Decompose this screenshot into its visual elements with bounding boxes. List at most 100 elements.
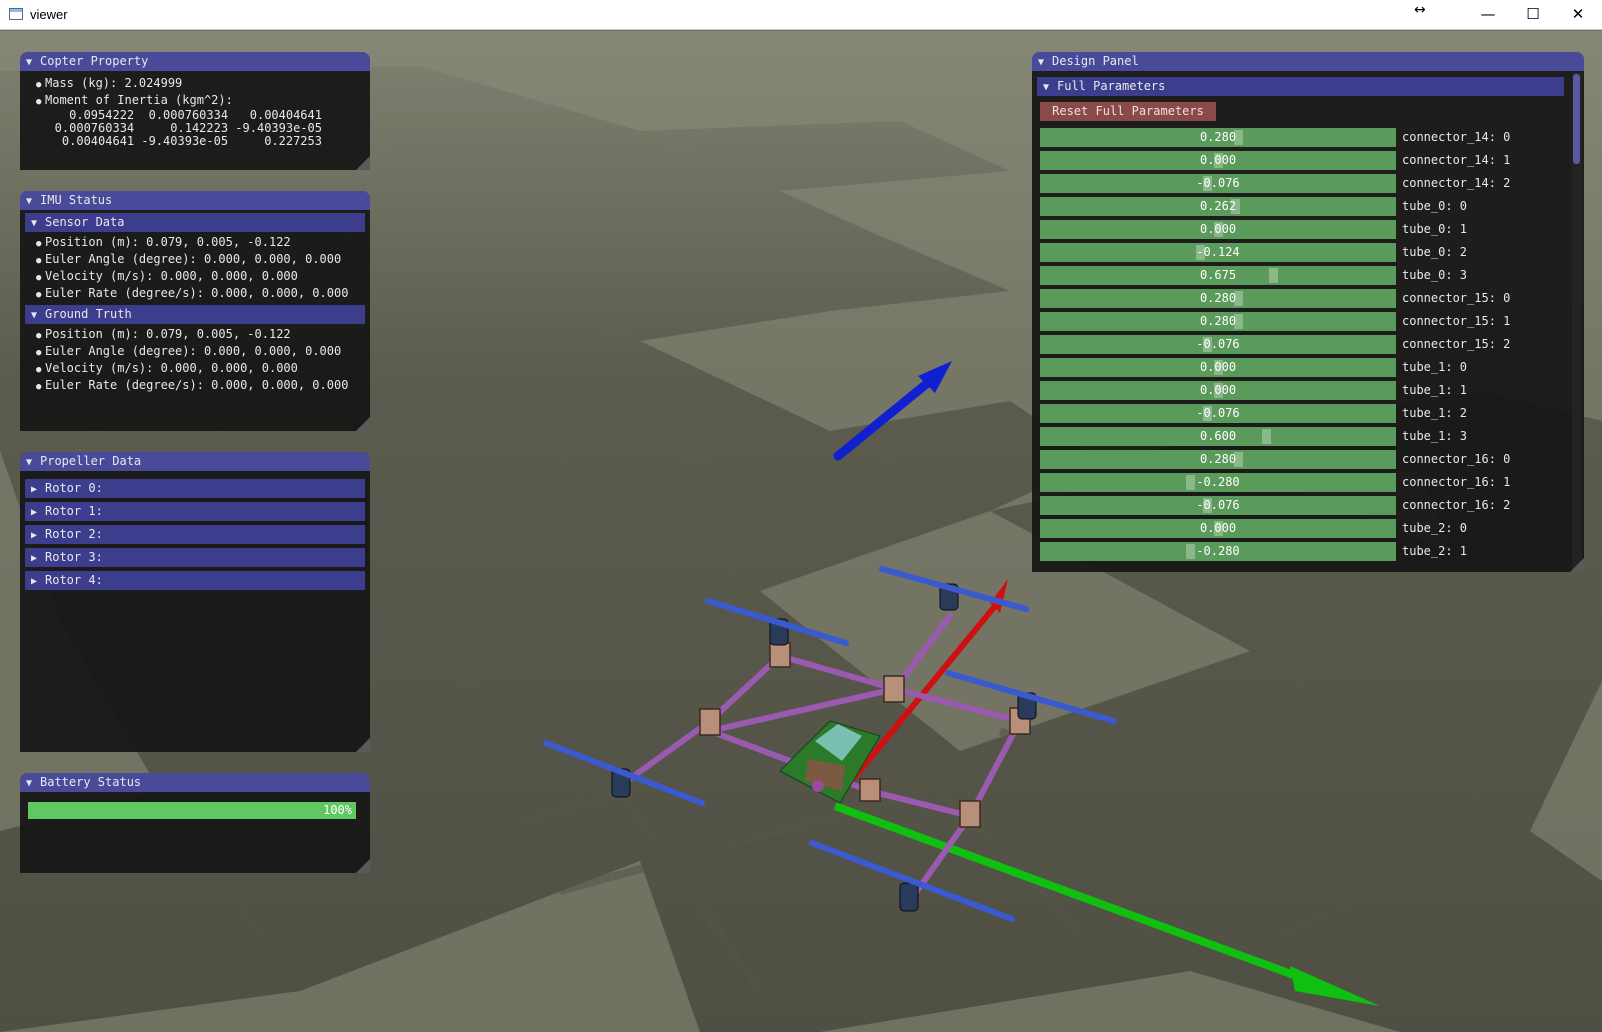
propeller-data-header[interactable]: ▼ Propeller Data	[20, 452, 370, 471]
parameter-value: -0.076	[1196, 176, 1240, 190]
rotor-0-item[interactable]: ▶ Rotor 0:	[25, 479, 365, 498]
imu-status-header[interactable]: ▼ IMU Status	[20, 191, 370, 210]
maximize-button[interactable]: ☐	[1510, 0, 1556, 30]
parameter-row: -0.124 tube_0: 2	[1040, 243, 1540, 262]
sensor-euler-row: ● Euler Angle (degree): 0.000, 0.000, 0.0…	[20, 251, 370, 268]
parameter-slider[interactable]: 0.000	[1040, 381, 1396, 400]
collapse-triangle-icon: ▼	[26, 196, 33, 207]
sensor-velocity-row: ● Velocity (m/s): 0.000, 0.000, 0.000	[20, 268, 370, 285]
full-parameters-title: Full Parameters	[1057, 79, 1166, 93]
parameter-value: 0.280	[1199, 291, 1237, 305]
parameter-value: -0.280	[1196, 475, 1240, 489]
parameter-value: 0.280	[1199, 314, 1237, 328]
sensor-euler-rate-row: ● Euler Rate (degree/s): 0.000, 0.000, 0.…	[20, 285, 370, 302]
rotor-3-item[interactable]: ▶ Rotor 3:	[25, 548, 365, 567]
parameter-value: 0.280	[1199, 452, 1237, 466]
parameter-slider[interactable]: -0.076	[1040, 404, 1396, 423]
parameter-slider[interactable]: -0.076	[1040, 174, 1396, 193]
parameter-slider[interactable]: 0.000	[1040, 151, 1396, 170]
minimize-button[interactable]: —	[1465, 0, 1511, 30]
battery-level-text: 100%	[323, 803, 352, 817]
parameter-label: tube_2: 0	[1402, 521, 1468, 535]
rotor-0-label: Rotor 0:	[45, 481, 103, 495]
window-title: viewer	[30, 7, 68, 22]
battery-level-bar: 100%	[28, 802, 356, 819]
parameter-value: -0.076	[1196, 498, 1240, 512]
parameter-row: 0.280 connector_14: 0	[1040, 128, 1540, 147]
parameter-slider[interactable]: -0.076	[1040, 496, 1396, 515]
reset-full-parameters-button[interactable]: Reset Full Parameters	[1040, 102, 1216, 121]
parameter-slider[interactable]: 0.280	[1040, 289, 1396, 308]
parameter-label: connector_16: 1	[1402, 475, 1511, 489]
parameter-row: -0.076 connector_14: 2	[1040, 174, 1540, 193]
rotor-2-item[interactable]: ▶ Rotor 2:	[25, 525, 365, 544]
parameter-slider[interactable]: -0.076	[1040, 335, 1396, 354]
parameter-value: 0.000	[1199, 153, 1237, 167]
parameter-row: -0.076 tube_1: 2	[1040, 404, 1540, 423]
rotor-4-item[interactable]: ▶ Rotor 4:	[25, 571, 365, 590]
battery-status-panel: ▼ Battery Status 100%	[20, 773, 370, 873]
parameter-label: tube_1: 3	[1402, 429, 1468, 443]
expand-triangle-icon: ▶	[31, 530, 38, 541]
expand-triangle-icon: ▶	[31, 576, 38, 587]
parameter-row: 0.000 connector_14: 1	[1040, 151, 1540, 170]
ground-velocity: Velocity (m/s): 0.000, 0.000, 0.000	[45, 361, 298, 375]
parameter-label: connector_14: 1	[1402, 153, 1511, 167]
parameter-slider[interactable]: 0.000	[1040, 220, 1396, 239]
mass-row: ● Mass (kg): 2.024999	[20, 75, 370, 92]
parameter-label: tube_0: 0	[1402, 199, 1468, 213]
parameter-label: tube_0: 2	[1402, 245, 1468, 259]
expand-triangle-icon: ▶	[31, 553, 38, 564]
sensor-data-header[interactable]: ▼ Sensor Data	[25, 213, 365, 232]
design-panel-header[interactable]: ▼ Design Panel	[1032, 52, 1584, 71]
parameter-label: tube_1: 2	[1402, 406, 1468, 420]
parameter-slider[interactable]: 0.280	[1040, 450, 1396, 469]
close-button[interactable]: ✕	[1555, 0, 1601, 30]
ground-truth-header[interactable]: ▼ Ground Truth	[25, 305, 365, 324]
design-panel: ▼ Design Panel ▼ Full Parameters Reset Ful…	[1032, 52, 1584, 572]
ground-truth-title: Ground Truth	[45, 307, 132, 321]
parameter-label: tube_1: 0	[1402, 360, 1468, 374]
moi-row-2: 0.00404641 -9.40393e-05 0.227253	[33, 134, 322, 148]
parameter-slider[interactable]: 0.280	[1040, 128, 1396, 147]
parameter-label: tube_2: 1	[1402, 544, 1468, 558]
parameter-label: connector_14: 2	[1402, 176, 1511, 190]
copter-property-header[interactable]: ▼ Copter Property	[20, 52, 370, 71]
parameter-value: 0.280	[1199, 130, 1237, 144]
battery-status-header[interactable]: ▼ Battery Status	[20, 773, 370, 792]
bullet-icon: ●	[36, 290, 42, 300]
parameter-slider[interactable]: -0.280	[1040, 473, 1396, 492]
parameter-slider[interactable]: 0.262	[1040, 197, 1396, 216]
parameter-row: 0.280 connector_15: 1	[1040, 312, 1540, 331]
expand-triangle-icon: ▶	[31, 507, 38, 518]
window-titlebar[interactable]: viewer ↔ — ☐ ✕	[0, 0, 1602, 30]
expand-triangle-icon: ▶	[31, 484, 38, 495]
ground-position: Position (m): 0.079, 0.005, -0.122	[45, 327, 291, 341]
parameter-label: connector_15: 1	[1402, 314, 1511, 328]
parameter-slider[interactable]: 0.280	[1040, 312, 1396, 331]
battery-status-title: Battery Status	[40, 775, 142, 789]
parameter-slider[interactable]: -0.280	[1040, 542, 1396, 561]
parameter-value: 0.000	[1199, 222, 1237, 236]
parameter-row: -0.076 connector_15: 2	[1040, 335, 1540, 354]
full-parameters-header[interactable]: ▼ Full Parameters	[1037, 77, 1564, 96]
ground-euler-row: ● Euler Angle (degree): 0.000, 0.000, 0.0…	[20, 343, 370, 360]
collapse-triangle-icon: ▼	[26, 57, 33, 68]
ground-euler: Euler Angle (degree): 0.000, 0.000, 0.00…	[45, 344, 342, 358]
parameter-value: 0.675	[1199, 268, 1237, 282]
parameter-slider[interactable]: 0.000	[1040, 519, 1396, 538]
rotor-1-item[interactable]: ▶ Rotor 1:	[25, 502, 365, 521]
propeller-data-panel: ▼ Propeller Data ▶ Rotor 0: ▶ Rotor 1: ▶ Rot…	[20, 452, 370, 752]
collapse-triangle-icon: ▼	[1038, 57, 1045, 68]
ground-position-row: ● Position (m): 0.079, 0.005, -0.122	[20, 326, 370, 343]
collapse-triangle-icon: ▼	[26, 778, 33, 789]
parameter-slider[interactable]: 0.000	[1040, 358, 1396, 377]
design-panel-scrollbar-thumb[interactable]	[1573, 74, 1580, 164]
parameter-row: 0.280 connector_16: 0	[1040, 450, 1540, 469]
parameter-slider[interactable]: 0.600	[1040, 427, 1396, 446]
parameter-label: connector_15: 0	[1402, 291, 1511, 305]
parameter-slider[interactable]: -0.124	[1040, 243, 1396, 262]
copter-property-title: Copter Property	[40, 54, 149, 68]
parameter-slider[interactable]: 0.675	[1040, 266, 1396, 285]
collapse-triangle-icon: ▼	[26, 457, 33, 468]
